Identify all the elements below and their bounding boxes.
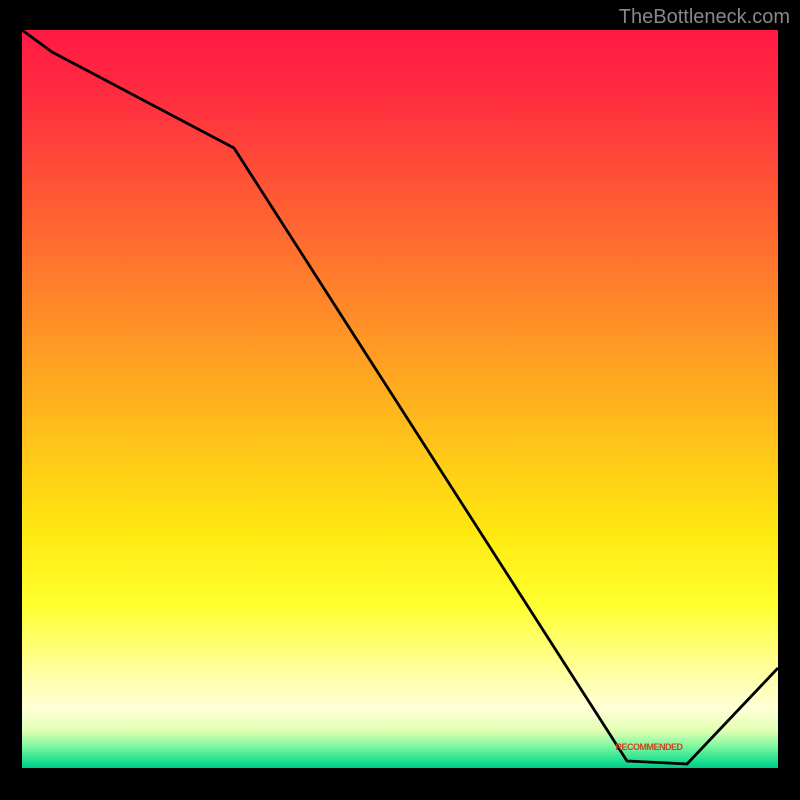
data-line	[22, 30, 778, 764]
line-chart-svg	[22, 30, 778, 768]
chart-container: TheBottleneck.com RECOMMENDED	[0, 0, 800, 800]
watermark-text: TheBottleneck.com	[619, 6, 790, 29]
recommended-annotation: RECOMMENDED	[615, 742, 682, 752]
plot-area: RECOMMENDED	[22, 30, 778, 768]
